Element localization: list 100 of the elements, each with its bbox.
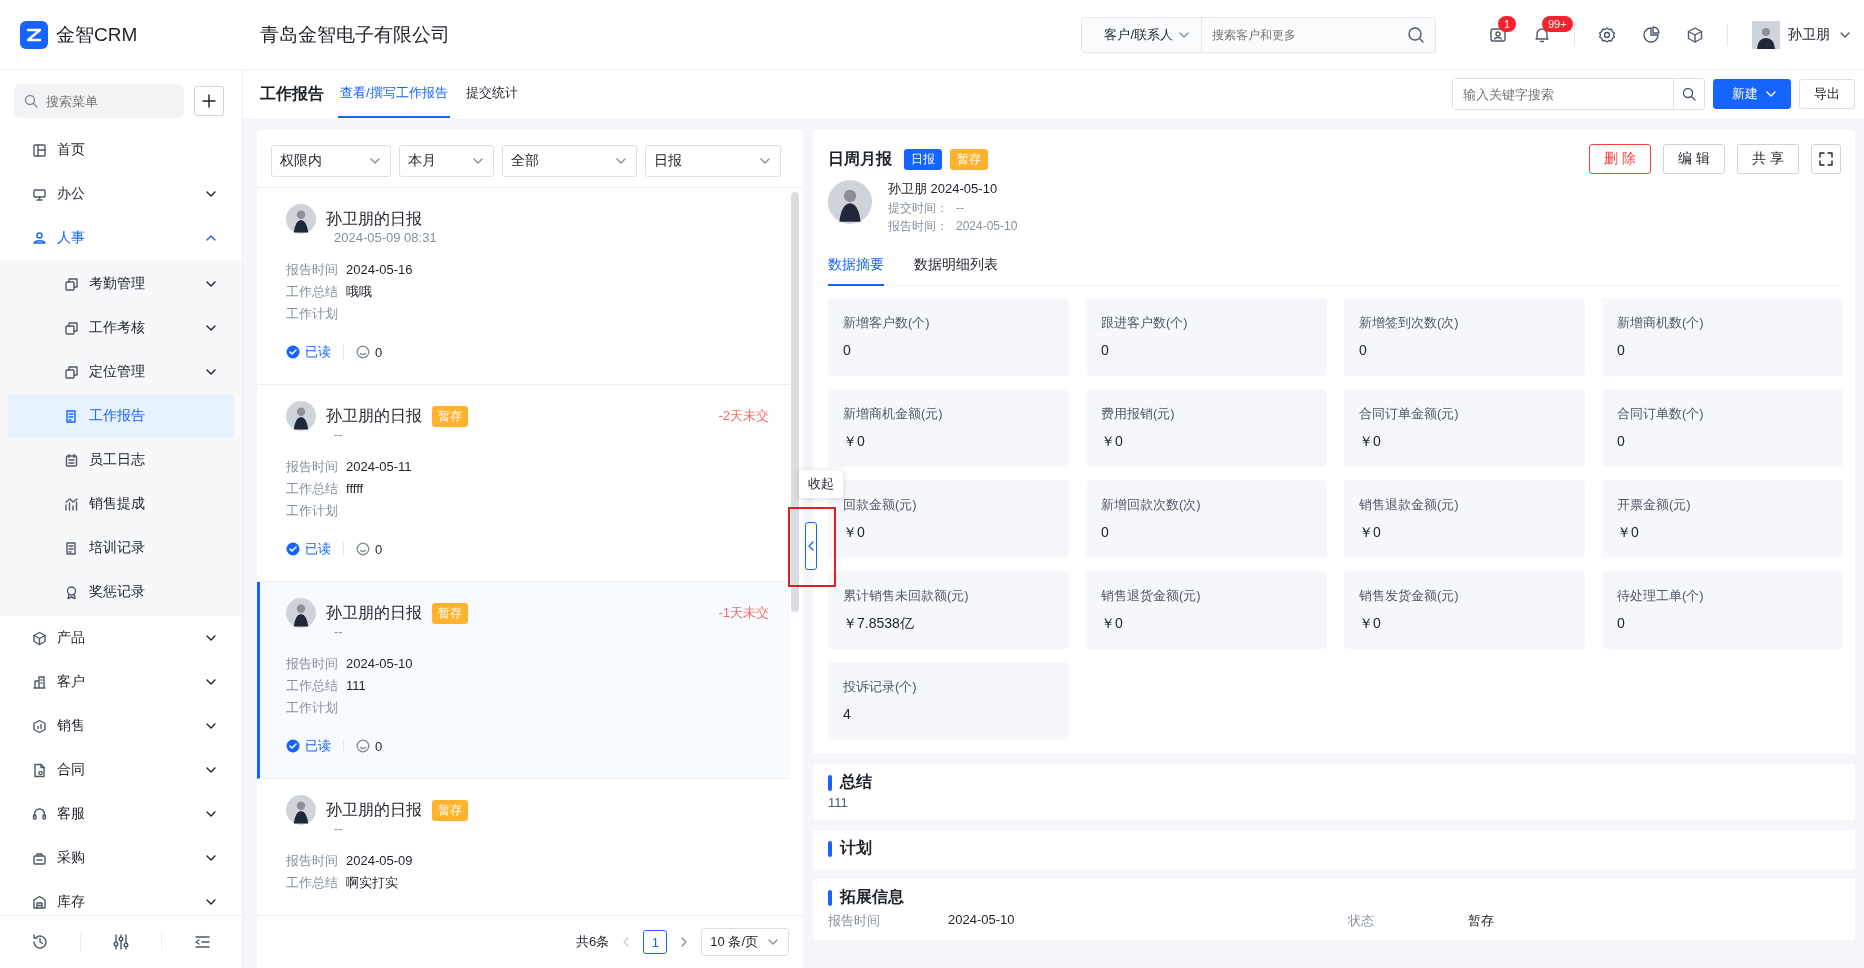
stat-label: 新增客户数(个)	[843, 314, 931, 332]
stat-value: ￥0	[1101, 433, 1124, 451]
author-line: 孙卫朋 2024-05-10	[888, 180, 999, 198]
field-label: 工作总结	[286, 677, 338, 695]
stat-label: 新增签到次数(次)	[1359, 314, 1460, 332]
sidebar-item[interactable]: 员工日志	[8, 438, 234, 482]
stat-label: 合同订单金额(元)	[1359, 405, 1460, 423]
field-value: 111	[346, 677, 366, 695]
field-label: 工作计划	[286, 305, 338, 323]
page-size-dropdown[interactable]: 10 条/页	[701, 928, 789, 956]
report-card[interactable]: 孙卫朋的日报 暂存 -1天未交 -- 报告时间 2024-05-10 工作总结 111 工作计划 已读 0	[257, 582, 789, 779]
stat-value: 0	[843, 342, 852, 358]
status-tag: 暂存	[432, 602, 468, 624]
stat-value: ￥7.8538亿	[843, 615, 915, 633]
stat-label: 销售发货金额(元)	[1359, 587, 1460, 605]
page-number[interactable]: 1	[643, 930, 668, 954]
sidebar-item[interactable]: 首页	[0, 128, 242, 172]
stat-value: ￥0	[1101, 615, 1124, 633]
filter-dropdown[interactable]: 本月	[399, 145, 494, 177]
sidebar-item[interactable]: 工作考核	[8, 306, 234, 350]
export-button[interactable]: 导出	[1799, 79, 1855, 109]
overdue-label: -1天未交	[718, 604, 769, 622]
sidebar-item[interactable]: 培训记录	[8, 526, 234, 570]
report-title: 孙卫朋的日报	[326, 405, 422, 426]
sidebar-item[interactable]: 客服	[0, 792, 242, 836]
sidebar-item[interactable]: 奖惩记录	[8, 570, 234, 614]
stat-value: ￥0	[1359, 524, 1382, 542]
tab[interactable]: 数据摘要	[828, 248, 884, 286]
sidebar-item[interactable]: 合同	[0, 748, 242, 792]
field-value: 哦哦	[346, 283, 372, 301]
scope-dropdown[interactable]: 客户/联系人	[1082, 17, 1202, 52]
stat-value: 0	[1359, 342, 1368, 358]
field-label: 报告时间	[286, 655, 338, 673]
edit-button[interactable]: 编 辑	[1663, 144, 1726, 174]
sidebar-item[interactable]: 考勤管理	[8, 262, 234, 306]
section-title: 总结	[840, 772, 872, 792]
comment-count: 0	[375, 344, 383, 360]
field-label: 工作总结	[286, 480, 338, 498]
sidebar-item[interactable]: 产品	[0, 616, 242, 660]
tab[interactable]: 数据明细列表	[914, 248, 998, 286]
report-card[interactable]: 孙卫朋的日报 2024-05-09 08:31 报告时间 2024-05-16 工作总结 哦哦 工作计划 已读 0	[257, 188, 789, 385]
status-tag: 暂存	[432, 405, 468, 427]
field-value: 啊实打实	[346, 874, 398, 892]
report-card[interactable]: 孙卫朋的日报 暂存 -- 报告时间 2024-05-09 工作总结 啊实打实	[257, 779, 789, 915]
sidebar-item[interactable]: 定位管理	[8, 350, 234, 394]
delete-button[interactable]: 删 除	[1589, 144, 1652, 174]
sidebar-item[interactable]: 工作报告	[8, 394, 234, 438]
tab[interactable]: 提交统计	[463, 70, 520, 118]
menu-search-field[interactable]: 搜索菜单	[14, 84, 184, 118]
sidebar-item[interactable]: 销售提成	[8, 482, 234, 526]
field-label: 报告时间	[286, 261, 338, 279]
new-button[interactable]: 新建	[1713, 79, 1791, 109]
meta-value: 2024-05-10	[956, 218, 1018, 234]
read-status: 已读	[305, 737, 331, 755]
page-title: 工作报告	[260, 83, 324, 104]
field-value: 2024-05-10	[346, 655, 413, 673]
notification-badge: 1	[1498, 15, 1517, 32]
filter-dropdown[interactable]: 全部	[502, 145, 637, 177]
stat-value: ￥0	[1617, 524, 1640, 542]
meta-value: --	[956, 200, 964, 216]
stat-label: 费用报销(元)	[1101, 405, 1176, 423]
sidebar-item[interactable]: 客户	[0, 660, 242, 704]
stat-value: ￥0	[1359, 615, 1382, 633]
notification-badge: 99+	[1542, 15, 1573, 32]
sidebar-item[interactable]: 人事	[0, 216, 242, 260]
tab[interactable]: 查看/撰写工作报告	[338, 70, 450, 118]
field-label: 工作计划	[286, 699, 338, 717]
report-title: 孙卫朋的日报	[326, 208, 422, 229]
stat-value: 0	[1617, 433, 1626, 449]
field-label: 报告时间	[828, 912, 881, 930]
stat-label: 投诉记录(个)	[843, 678, 918, 696]
menu-search-input[interactable]: 搜索菜单	[44, 85, 174, 117]
stat-value: ￥0	[843, 433, 866, 451]
comment-count: 0	[375, 541, 383, 557]
section-title: 拓展信息	[840, 887, 904, 907]
sidebar-item[interactable]: 采购	[0, 836, 242, 880]
field-label: 状态	[1348, 912, 1375, 930]
comment-count: 0	[375, 738, 383, 754]
field-label: 工作总结	[286, 874, 338, 892]
filter-dropdown[interactable]: 日报	[645, 145, 781, 177]
stat-value: 0	[1617, 615, 1626, 631]
stat-label: 合同订单数(个)	[1617, 405, 1705, 423]
company-name: 青岛金智电子有限公司	[260, 22, 451, 47]
sidebar-item[interactable]: 库存	[0, 880, 242, 915]
tooltip: 收起	[799, 470, 843, 498]
sidebar-item[interactable]: 办公	[0, 172, 242, 216]
stat-value: 4	[843, 706, 852, 722]
keyword-search-field[interactable]: 输入关键字搜索	[1452, 78, 1705, 110]
stat-value: 0	[1101, 342, 1110, 358]
stat-label: 跟进客户数(个)	[1101, 314, 1189, 332]
report-subtitle: 2024-05-09 08:31	[334, 230, 438, 245]
field-value: 2024-05-09	[346, 852, 413, 870]
type-tag: 日报	[904, 148, 942, 170]
sidebar-item[interactable]: 销售	[0, 704, 242, 748]
stat-label: 新增商机金额(元)	[843, 405, 944, 423]
stat-label: 回款金额(元)	[843, 496, 918, 514]
stat-label: 待处理工单(个)	[1617, 587, 1705, 605]
search-field[interactable]: 搜索客户和更多	[1202, 27, 1397, 42]
share-button[interactable]: 共 享	[1737, 144, 1799, 174]
filter-dropdown[interactable]: 权限内	[271, 145, 391, 177]
